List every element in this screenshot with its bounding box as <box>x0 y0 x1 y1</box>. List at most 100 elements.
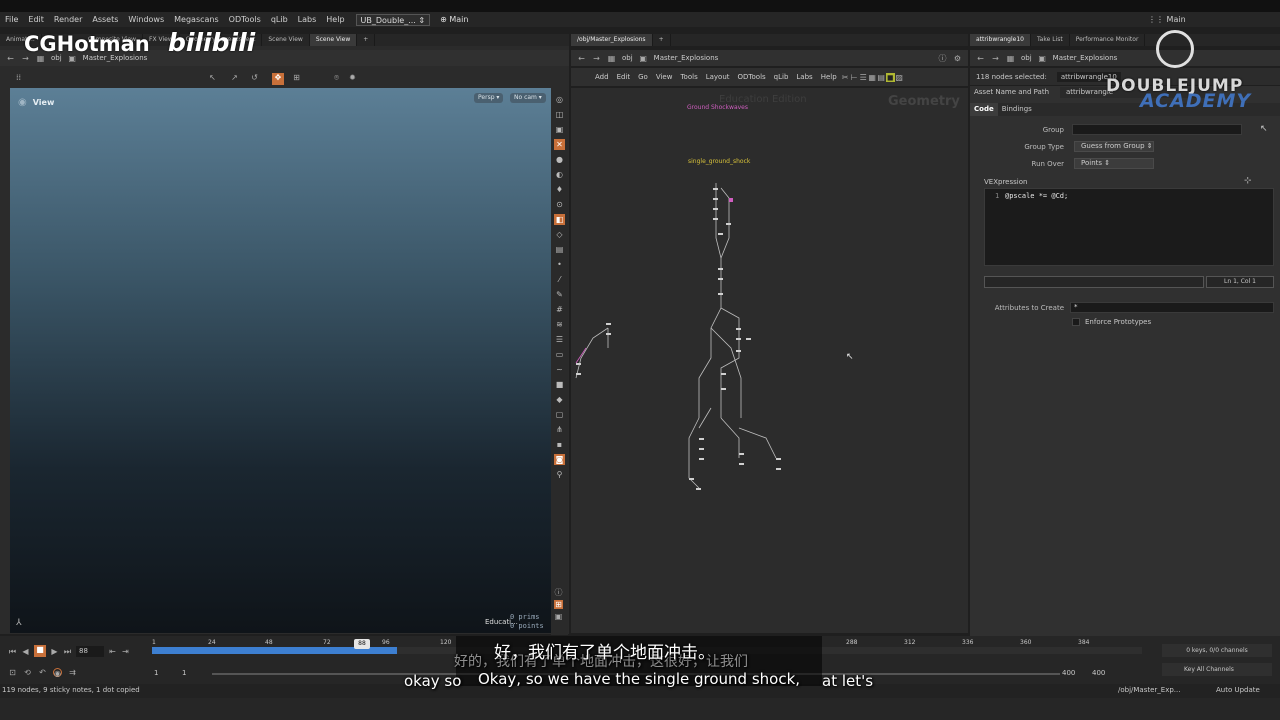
stack-icon[interactable]: ☰ <box>554 334 565 345</box>
mid-back-icon[interactable]: ← <box>577 54 586 63</box>
mid-settings-icon[interactable]: ⚙ <box>953 54 962 63</box>
table-view-icon[interactable]: ▤ <box>877 73 886 82</box>
desktop-selector[interactable]: UB_Double_... ⇕ <box>355 13 431 26</box>
color-palette-icon[interactable]: ◼ <box>885 72 895 82</box>
box-icon[interactable]: ▢ <box>554 409 565 420</box>
run-over-menu[interactable]: Points ⇕ <box>1074 158 1154 169</box>
branch-icon[interactable]: ⋔ <box>554 424 565 435</box>
pin-icon[interactable]: ♦ <box>554 184 565 195</box>
info-icon[interactable]: ⓘ <box>554 588 563 597</box>
curve-icon[interactable]: ~ <box>554 364 565 375</box>
diamond-icon[interactable]: ◆ <box>554 394 565 405</box>
eye-icon[interactable]: ◎ <box>554 94 565 105</box>
play-icon[interactable]: ▶ <box>50 647 59 656</box>
tab-network[interactable]: /obj/Master_Explosions <box>571 34 653 46</box>
close-icon[interactable]: ✕ <box>554 139 565 150</box>
layout-grid-icon[interactable]: ⊞ <box>554 600 563 609</box>
sphere-icon[interactable]: ● <box>554 154 565 165</box>
range-icon[interactable]: ⇉ <box>68 668 77 677</box>
location-pin-icon[interactable]: ⚲ <box>554 469 565 480</box>
camera-view-icon[interactable]: ◙ <box>554 454 565 465</box>
prev-key-icon[interactable]: ⇤ <box>108 647 117 656</box>
lock-icon[interactable]: ▣ <box>554 124 565 135</box>
pointer-icon[interactable]: ↗ <box>230 73 239 82</box>
right-back-icon[interactable]: ← <box>976 54 985 63</box>
menu-render[interactable]: Render <box>49 15 87 24</box>
image-icon[interactable]: ▨ <box>895 73 904 82</box>
square-icon[interactable]: ▪ <box>554 439 565 450</box>
net-menu-view[interactable]: View <box>652 73 677 81</box>
network-editor[interactable]: Education Edition Geometry Ground Shockw… <box>571 88 968 633</box>
right-forward-icon[interactable]: → <box>991 54 1000 63</box>
add-network-tab-icon[interactable]: + <box>653 34 671 46</box>
back-arrow-icon[interactable]: ← <box>6 54 15 63</box>
snap-icon[interactable]: ⊞ <box>292 73 301 82</box>
vex-preset-icon[interactable]: ⊹ <box>1244 176 1252 186</box>
mid-forward-icon[interactable]: → <box>592 54 601 63</box>
range-end-2[interactable]: 400 <box>1092 669 1105 677</box>
display-icon[interactable]: ▤ <box>554 244 565 255</box>
frame-marker[interactable]: 88 <box>354 639 370 649</box>
jump-start-icon[interactable]: ⏮ <box>8 647 17 656</box>
menu-edit[interactable]: Edit <box>23 15 49 24</box>
range-start-2[interactable]: 1 <box>182 669 186 677</box>
key-all-channels-button[interactable]: Key All Channels <box>1162 663 1272 676</box>
vex-code-editor[interactable]: 1 @pscale *= @Cd; <box>984 188 1274 266</box>
list-view-icon[interactable]: ☰ <box>859 73 868 82</box>
sticky-note-single-ground-shock[interactable]: single_ground_shock <box>688 158 750 165</box>
play-reverse-icon[interactable]: ◀ <box>21 647 30 656</box>
realtime-icon[interactable]: ⊡ <box>8 668 17 677</box>
number-icon[interactable]: # <box>554 304 565 315</box>
grid-view-icon[interactable]: ▦ <box>868 73 877 82</box>
node-graph[interactable] <box>571 178 968 508</box>
net-menu-labs[interactable]: Labs <box>792 73 816 81</box>
tab-scene-view-1[interactable]: Scene View <box>262 34 310 46</box>
menu-megascans[interactable]: Megascans <box>169 15 224 24</box>
menu-help[interactable]: Help <box>321 15 349 24</box>
code-text[interactable]: @pscale *= @Cd; <box>1005 192 1068 200</box>
right-path-master[interactable]: Master_Explosions <box>1053 54 1118 62</box>
mid-info-icon[interactable]: ⓘ <box>938 54 947 63</box>
select-arrow-icon[interactable]: ↖ <box>208 73 217 82</box>
target-icon[interactable]: ⊙ <box>554 199 565 210</box>
camera-menu[interactable]: No cam ▾ <box>510 93 546 103</box>
tab-take-list[interactable]: Take List <box>1031 34 1070 46</box>
tab-attribwrangle[interactable]: attribwrangle10 <box>970 34 1031 46</box>
net-menu-odtools[interactable]: ODTools <box>734 73 770 81</box>
net-menu-add[interactable]: Add <box>591 73 613 81</box>
desktop-main-selector[interactable]: ⊕ Main <box>436 14 472 26</box>
mid-path-master[interactable]: Master_Explosions <box>654 54 719 62</box>
net-menu-layout[interactable]: Layout <box>702 73 734 81</box>
next-key-icon[interactable]: ⇥ <box>121 647 130 656</box>
group-type-menu[interactable]: Guess from Group ⇕ <box>1074 141 1154 152</box>
rotate-tool-icon[interactable]: ↺ <box>250 73 259 82</box>
audio-icon[interactable]: ◉ <box>53 668 62 678</box>
right-desktop[interactable]: ⋮⋮ Main <box>1148 15 1186 24</box>
snapshot-icon[interactable]: ▣ <box>554 612 563 621</box>
pen-icon[interactable]: ✎ <box>554 289 565 300</box>
wire-icon[interactable]: ◇ <box>554 229 565 240</box>
tab-performance-monitor[interactable]: Performance Monitor <box>1070 34 1146 46</box>
auto-update-menu[interactable]: Auto Update <box>1216 686 1260 694</box>
ghost-icon[interactable]: ◫ <box>554 109 565 120</box>
tree-icon[interactable]: ⊢ <box>850 73 859 82</box>
range-end[interactable]: 400 <box>1062 669 1075 677</box>
add-tab-icon[interactable]: + <box>357 34 376 46</box>
cube-icon[interactable]: ■ <box>554 379 565 390</box>
menu-labs[interactable]: Labs <box>293 15 322 24</box>
frame-icon[interactable]: ▭ <box>554 349 565 360</box>
net-menu-qlib[interactable]: qLib <box>770 73 793 81</box>
bulb-icon[interactable]: ◐ <box>554 169 565 180</box>
net-menu-go[interactable]: Go <box>634 73 652 81</box>
menu-qlib[interactable]: qLib <box>266 15 293 24</box>
keyframe-icon[interactable]: ↶ <box>38 668 47 677</box>
brush-icon[interactable]: ⁄ <box>554 274 565 285</box>
menu-file[interactable]: File <box>0 15 23 24</box>
range-start[interactable]: 1 <box>154 669 158 677</box>
jump-end-icon[interactable]: ⏭ <box>63 647 72 656</box>
enforce-prototypes-checkbox[interactable] <box>1072 318 1080 326</box>
menu-windows[interactable]: Windows <box>123 15 169 24</box>
sticky-note-ground-shockwaves[interactable]: Ground Shockwaves <box>687 104 748 111</box>
current-frame-field[interactable]: 88 <box>76 645 104 657</box>
net-menu-help[interactable]: Help <box>817 73 841 81</box>
